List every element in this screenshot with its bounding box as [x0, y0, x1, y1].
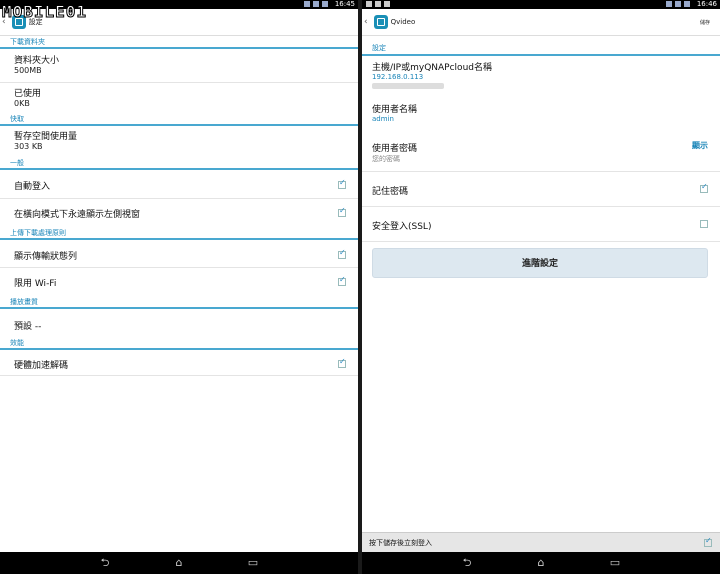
password-title: 使用者密碼	[372, 144, 418, 154]
status-icons	[304, 1, 328, 7]
watermark-logo: MOBILE01	[1, 2, 88, 22]
notification-icons	[366, 1, 390, 7]
recents-nav-icon[interactable]: ▭	[246, 557, 260, 568]
status-bar: 16:46	[362, 0, 720, 9]
show-transfer-bar-label: 顯示傳輸狀態列	[14, 252, 78, 262]
ssl-login-label: 安全登入(SSL)	[372, 222, 432, 232]
section-transfer-policy: 上傳下載處理原則	[0, 227, 358, 240]
action-bar: ‹ Qvideo 儲存	[362, 9, 720, 36]
auto-login-label: 自動登入	[14, 182, 51, 192]
ssl-login-checkbox[interactable]	[700, 220, 708, 228]
home-nav-icon[interactable]: ⌂	[172, 557, 186, 568]
auto-login-checkbox[interactable]	[338, 178, 346, 189]
nav-bar: ⮌ ⌂ ▭	[0, 552, 358, 574]
remember-password-checkbox[interactable]	[700, 182, 708, 193]
used-row: 已使用 0KB	[0, 83, 358, 113]
save-action-button[interactable]: 儲存	[700, 19, 710, 26]
landscape-sidebar-checkbox[interactable]	[338, 206, 346, 217]
section-download-folder: 下載資料夾	[0, 36, 358, 49]
back-caret-icon[interactable]: ‹	[364, 17, 368, 27]
show-transfer-bar-checkbox[interactable]	[338, 248, 346, 259]
login-content: ‹ Qvideo 儲存 設定 主機/IP或myQNAPcloud名稱 192.1…	[362, 9, 720, 552]
username-field[interactable]: admin	[372, 115, 720, 123]
hw-decode-row[interactable]: 硬體加速解碼	[0, 350, 358, 376]
host-blurred-text	[372, 83, 444, 89]
hw-decode-checkbox[interactable]	[338, 357, 346, 368]
used-value: 0KB	[14, 99, 30, 108]
password-row[interactable]: 使用者密碼 您的密碼 顯示	[362, 134, 720, 172]
used-title: 已使用	[14, 89, 42, 99]
username-row[interactable]: 使用者名稱 admin	[362, 98, 720, 134]
landscape-sidebar-row[interactable]: 在橫向模式下永遠顯示左側視窗	[0, 199, 358, 227]
ssl-login-row[interactable]: 安全登入(SSL)	[362, 207, 720, 242]
action-title: Qvideo	[390, 18, 416, 26]
save-login-label: 按下儲存後立刻登入	[369, 539, 432, 547]
home-nav-icon[interactable]: ⌂	[534, 557, 548, 568]
landscape-sidebar-label: 在橫向模式下永遠顯示左側視窗	[14, 210, 141, 220]
auto-login-row[interactable]: 自動登入	[0, 170, 358, 199]
section-playback-quality: 播放畫質	[0, 296, 358, 309]
section-cache: 快取	[0, 113, 358, 126]
quality-row[interactable]: 預設 --	[0, 309, 358, 337]
section-settings: 設定	[362, 41, 720, 56]
remember-password-row[interactable]: 記住密碼	[362, 172, 720, 207]
back-nav-icon[interactable]: ⮌	[460, 557, 474, 568]
status-time: 16:45	[334, 0, 355, 8]
advanced-settings-button[interactable]: 進階設定	[372, 248, 708, 278]
status-icons	[666, 1, 690, 7]
back-nav-icon[interactable]: ⮌	[98, 557, 112, 568]
host-row[interactable]: 主機/IP或myQNAPcloud名稱 192.168.0.113	[362, 56, 720, 98]
save-login-bar[interactable]: 按下儲存後立刻登入	[362, 532, 720, 552]
cache-row[interactable]: 暫存空間使用量 303 KB	[0, 126, 358, 157]
cache-value: 303 KB	[14, 142, 43, 151]
left-settings-screen: 16:45 ‹ 設定 下載資料夾 資料夾大小 500MB 已使用 0KB 快取 …	[0, 0, 358, 574]
remember-password-label: 記住密碼	[372, 187, 409, 197]
show-password-button[interactable]: 顯示	[692, 140, 708, 151]
cache-title: 暫存空間使用量	[14, 132, 78, 142]
nav-bar: ⮌ ⌂ ▭	[362, 552, 720, 574]
hw-decode-label: 硬體加速解碼	[14, 361, 69, 371]
folder-size-value: 500MB	[14, 66, 42, 75]
section-performance: 效能	[0, 337, 358, 350]
wifi-only-checkbox[interactable]	[338, 275, 346, 286]
quality-value: 預設 --	[14, 322, 42, 332]
host-value[interactable]: 192.168.0.113	[372, 73, 720, 81]
status-time: 16:46	[696, 0, 717, 8]
username-title: 使用者名稱	[372, 105, 418, 115]
qvideo-app-icon[interactable]	[373, 15, 388, 29]
folder-size-title: 資料夾大小	[14, 56, 60, 66]
save-login-checkbox[interactable]	[704, 536, 712, 547]
settings-content: ‹ 設定 下載資料夾 資料夾大小 500MB 已使用 0KB 快取 暫存空間使用…	[0, 9, 358, 552]
wifi-only-row[interactable]: 限用 Wi-Fi	[0, 268, 358, 296]
right-login-screen: 16:46 ‹ Qvideo 儲存 設定 主機/IP或myQNAPcloud名稱…	[362, 0, 720, 574]
host-title: 主機/IP或myQNAPcloud名稱	[372, 63, 492, 73]
section-general: 一般	[0, 157, 358, 170]
recents-nav-icon[interactable]: ▭	[608, 557, 622, 568]
folder-size-row[interactable]: 資料夾大小 500MB	[0, 49, 358, 83]
password-field[interactable]: 您的密碼	[372, 154, 720, 164]
wifi-only-label: 限用 Wi-Fi	[14, 279, 57, 289]
show-transfer-bar-row[interactable]: 顯示傳輸狀態列	[0, 240, 358, 268]
